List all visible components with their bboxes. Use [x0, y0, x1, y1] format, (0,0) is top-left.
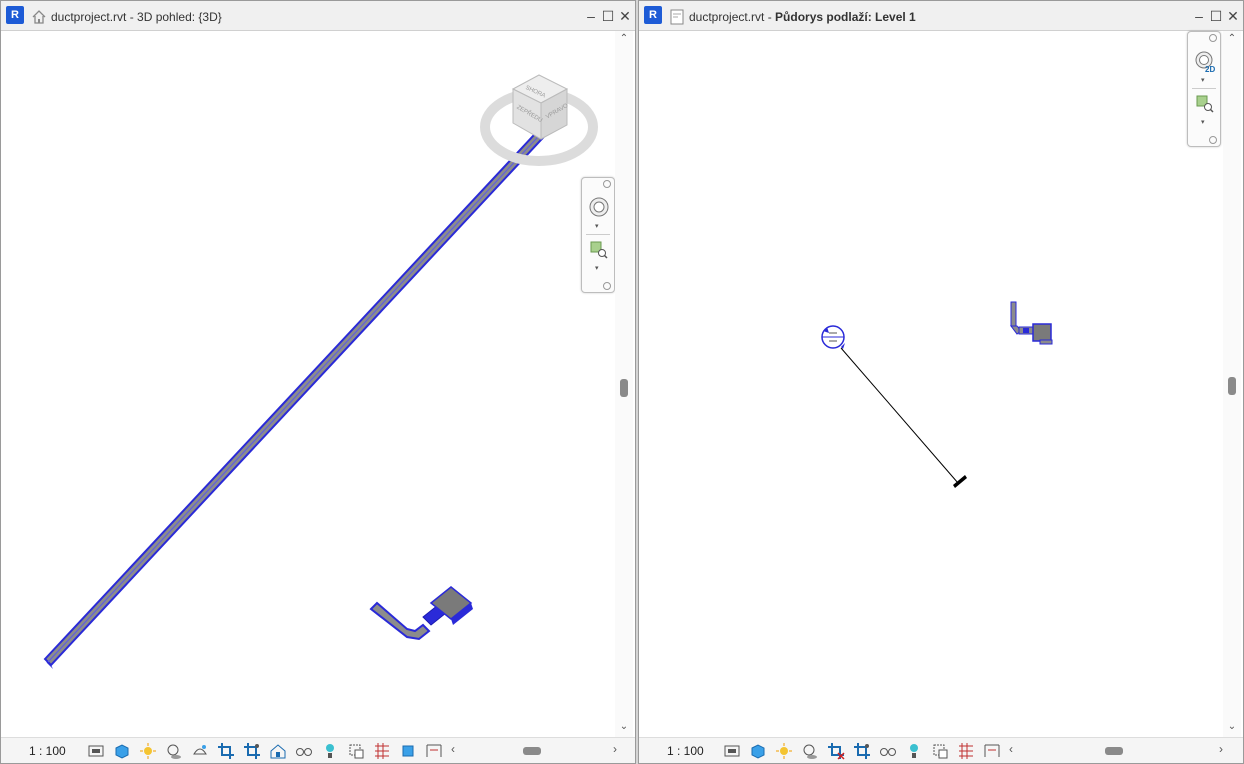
3d-viewport[interactable]: SHORA ZEPŘEDU VPRAVO ▾ ▾: [5, 31, 615, 737]
section-marker[interactable]: [821, 325, 845, 349]
scroll-down-icon[interactable]: ⌄: [1223, 721, 1241, 735]
constraints-icon[interactable]: [425, 742, 443, 760]
maximize-button[interactable]: ☐: [1208, 7, 1224, 25]
navigation-bar[interactable]: ▾ ▾: [581, 177, 615, 293]
zoom-dropdown-icon[interactable]: ▾: [595, 264, 599, 272]
model-graphics[interactable]: SHORA ZEPŘEDU VPRAVO: [5, 31, 615, 739]
scroll-right-icon[interactable]: ›: [1219, 742, 1223, 756]
plan-graphics[interactable]: [641, 31, 1223, 739]
horizontal-scrollbar[interactable]: ‹ ›: [1009, 742, 1223, 760]
show-crop-icon[interactable]: [243, 742, 261, 760]
steering-wheel-dropdown-icon[interactable]: ▾: [595, 222, 599, 230]
close-button[interactable]: ✕: [617, 7, 633, 25]
hscroll-thumb[interactable]: [1105, 747, 1123, 755]
temporary-properties-icon[interactable]: [347, 742, 365, 760]
floor-plan-icon: [670, 9, 684, 25]
scroll-thumb[interactable]: [1228, 377, 1236, 395]
reveal-hidden-icon[interactable]: [321, 742, 339, 760]
vertical-scrollbar[interactable]: ⌃ ⌄: [615, 31, 633, 737]
title-bar[interactable]: R ductproject.rvt - Půdorys podlaží: Lev…: [639, 1, 1243, 31]
scroll-up-icon[interactable]: ⌃: [615, 33, 633, 47]
visual-style-icon[interactable]: [113, 742, 131, 760]
minimize-button[interactable]: –: [583, 7, 599, 25]
analytical-model-icon[interactable]: [399, 742, 417, 760]
constraints-icon[interactable]: [983, 742, 1001, 760]
floor-plan-window[interactable]: R ductproject.rvt - Půdorys podlaží: Lev…: [638, 0, 1244, 764]
maximize-button[interactable]: ☐: [600, 7, 616, 25]
shadows-icon[interactable]: [165, 742, 183, 760]
view-control-bar: 1 : 100 ‹ ›: [1, 737, 635, 763]
temporary-hide-icon[interactable]: [879, 742, 897, 760]
title-bar[interactable]: R ductproject.rvt - 3D pohled: {3D} – ☐ …: [1, 1, 635, 31]
scroll-thumb[interactable]: [620, 379, 628, 397]
vertical-scrollbar[interactable]: ⌃ ⌄: [1223, 31, 1241, 737]
scroll-right-icon[interactable]: ›: [613, 742, 617, 756]
zoom-region-icon[interactable]: [1195, 94, 1215, 114]
temporary-hide-icon[interactable]: [295, 742, 313, 760]
plan-duct-assembly[interactable]: [1010, 301, 1053, 345]
horizontal-scrollbar[interactable]: ‹ ›: [451, 742, 617, 760]
worksets-icon[interactable]: [373, 742, 391, 760]
3d-view-window[interactable]: R ductproject.rvt - 3D pohled: {3D} – ☐ …: [0, 0, 636, 764]
home-icon: [32, 10, 46, 24]
viewcube[interactable]: SHORA ZEPŘEDU VPRAVO: [480, 74, 598, 166]
2d-badge: 2D: [1205, 65, 1216, 74]
crop-view-icon[interactable]: [827, 742, 845, 760]
scroll-left-icon[interactable]: ‹: [451, 742, 455, 756]
reveal-hidden-icon[interactable]: [905, 742, 923, 760]
window-title: ductproject.rvt - Půdorys podlaží: Level…: [689, 10, 916, 24]
revit-app-icon[interactable]: R: [6, 6, 24, 24]
sun-path-icon[interactable]: [139, 742, 157, 760]
close-navbar-icon[interactable]: [1209, 34, 1217, 42]
close-navbar-icon[interactable]: [603, 180, 611, 188]
detail-level-icon[interactable]: [723, 742, 741, 760]
section-tail[interactable]: [953, 475, 967, 488]
close-button[interactable]: ✕: [1225, 7, 1241, 25]
view-scale[interactable]: 1 : 100: [667, 744, 704, 758]
navbar-options-icon[interactable]: [603, 282, 611, 290]
visual-style-icon[interactable]: [749, 742, 767, 760]
temporary-properties-icon[interactable]: [931, 742, 949, 760]
navbar-options-icon[interactable]: [1209, 136, 1217, 144]
unlock-3d-icon[interactable]: [269, 742, 287, 760]
long-duct[interactable]: [43, 119, 555, 669]
section-line[interactable]: [840, 347, 959, 484]
shadows-icon[interactable]: [801, 742, 819, 760]
revit-app-icon[interactable]: R: [644, 6, 662, 24]
scroll-left-icon[interactable]: ‹: [1009, 742, 1013, 756]
scroll-down-icon[interactable]: ⌄: [615, 721, 633, 735]
view-control-bar: 1 : 100 ‹ ›: [639, 737, 1243, 763]
window-title: ductproject.rvt - 3D pohled: {3D}: [51, 10, 222, 24]
navigation-bar[interactable]: 2D ▾ ▾: [1187, 31, 1221, 147]
plan-viewport[interactable]: 2D ▾ ▾: [641, 31, 1223, 737]
hscroll-thumb[interactable]: [523, 747, 541, 755]
show-crop-icon[interactable]: [853, 742, 871, 760]
duct-fitting-assembly[interactable]: [369, 586, 473, 641]
sun-path-icon[interactable]: [775, 742, 793, 760]
minimize-button[interactable]: –: [1191, 7, 1207, 25]
wheel-dropdown-icon[interactable]: ▾: [1201, 76, 1205, 84]
detail-level-icon[interactable]: [87, 742, 105, 760]
zoom-region-icon[interactable]: [589, 240, 609, 260]
render-icon[interactable]: [191, 742, 209, 760]
crop-view-icon[interactable]: [217, 742, 235, 760]
worksets-icon[interactable]: [957, 742, 975, 760]
view-scale[interactable]: 1 : 100: [29, 744, 66, 758]
zoom-dropdown-icon[interactable]: ▾: [1201, 118, 1205, 126]
scroll-up-icon[interactable]: ⌃: [1223, 33, 1241, 47]
steering-wheel-icon[interactable]: [588, 196, 610, 218]
